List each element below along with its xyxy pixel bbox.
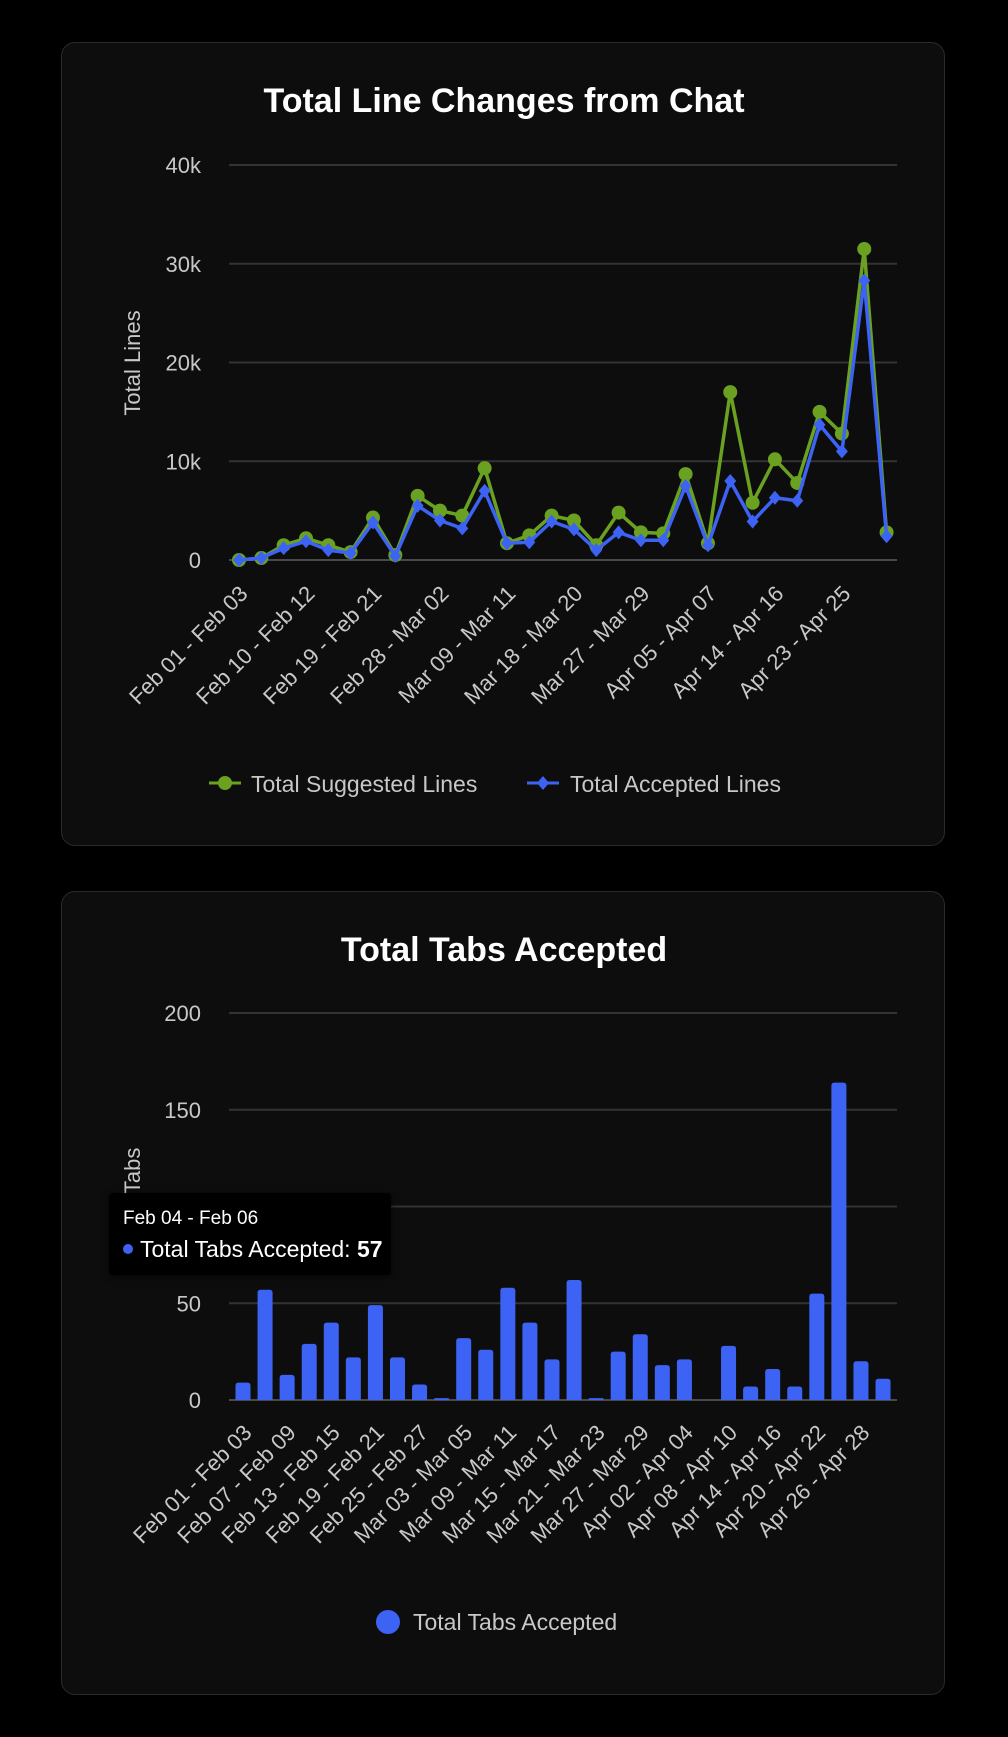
line-chart-card: Total Line Changes from Chat 0 10k 20k 30k 40… <box>61 42 945 846</box>
bar <box>588 1398 604 1400</box>
bar <box>544 1359 560 1400</box>
x-tick-label: Feb 01 - Feb 03 <box>124 581 252 709</box>
x-tick-label: Mar 27 - Mar 29 <box>526 581 654 709</box>
bar <box>787 1386 803 1400</box>
legend-label-tabs: Total Tabs Accepted <box>413 1609 617 1635</box>
bar <box>412 1384 428 1400</box>
bar <box>434 1398 450 1400</box>
bar <box>809 1293 825 1400</box>
x-tick-label: Mar 09 - Mar 11 <box>393 581 520 708</box>
legend-marker-suggested <box>218 776 232 790</box>
bar <box>831 1082 847 1400</box>
bar <box>853 1361 869 1400</box>
bar <box>301 1343 317 1400</box>
legend-label-suggested: Total Suggested Lines <box>251 771 477 797</box>
y-tick-label: 0 <box>189 1388 201 1413</box>
y-tick-label: 0 <box>189 548 201 573</box>
tooltip-row: Total Tabs Accepted: 57 <box>123 1236 383 1263</box>
bar <box>522 1322 538 1400</box>
x-tick-label: Feb 19 - Feb 21 <box>258 581 386 709</box>
y-tick-label: 30k <box>166 252 202 277</box>
tooltip-value: 57 <box>356 1236 383 1262</box>
bar <box>566 1280 582 1400</box>
bar-chart-card: Total Tabs Accepted050100150200Total Tab… <box>61 891 945 1695</box>
y-tick-label: 150 <box>164 1098 201 1123</box>
data-point <box>611 505 626 520</box>
bar <box>654 1365 670 1400</box>
line-chart: Total Line Changes from Chat 0 10k 20k 30k 40… <box>120 82 897 797</box>
y-tick-label: 40k <box>166 153 202 178</box>
data-point <box>767 452 782 467</box>
data-point <box>791 493 804 508</box>
bar <box>632 1334 648 1400</box>
y-tick-label: 50 <box>177 1291 201 1316</box>
bar <box>257 1289 273 1400</box>
tooltip-title: Feb 04 - Feb 06 <box>123 1208 259 1229</box>
bar <box>676 1359 692 1400</box>
data-point <box>723 385 738 400</box>
chart-title: Total Line Changes from Chat <box>263 82 744 120</box>
y-axis-label: Total Lines <box>120 310 145 415</box>
data-point <box>477 461 492 476</box>
y-tick-label: 10k <box>166 449 202 474</box>
x-tick-label: Mar 18 - Mar 20 <box>459 581 587 709</box>
bar <box>456 1338 472 1400</box>
bar <box>500 1287 516 1400</box>
y-tick-label: 20k <box>166 351 202 376</box>
bar <box>478 1349 494 1400</box>
bar <box>610 1351 626 1400</box>
bar <box>743 1386 759 1400</box>
bar <box>765 1369 781 1400</box>
bar <box>389 1357 405 1400</box>
bar <box>875 1378 891 1400</box>
bar <box>279 1374 295 1400</box>
data-point <box>745 495 760 510</box>
bar-chart: Total Tabs Accepted050100150200Total Tab… <box>120 931 897 1635</box>
data-point <box>857 241 872 256</box>
bar <box>235 1382 251 1400</box>
bar <box>367 1305 383 1400</box>
chart-tooltip: Feb 04 - Feb 06 Total Tabs Accepted: 57 <box>109 1193 391 1275</box>
tooltip-label: Total Tabs Accepted <box>140 1236 345 1262</box>
bar <box>345 1357 361 1400</box>
bar <box>721 1345 737 1400</box>
tooltip-dot-icon <box>123 1243 133 1254</box>
legend-label-accepted: Total Accepted Lines <box>570 771 781 797</box>
legend-marker-accepted <box>537 776 549 790</box>
data-point <box>812 404 827 419</box>
legend-marker-tabs <box>376 1610 400 1634</box>
bar <box>323 1322 339 1400</box>
x-tick-label: Feb 10 - Feb 12 <box>191 581 319 709</box>
y-tick-label: 200 <box>164 1001 201 1026</box>
x-tick-label: Feb 28 - Mar 02 <box>325 581 453 709</box>
series-line <box>238 247 889 562</box>
chart-title: Total Tabs Accepted <box>341 931 667 969</box>
